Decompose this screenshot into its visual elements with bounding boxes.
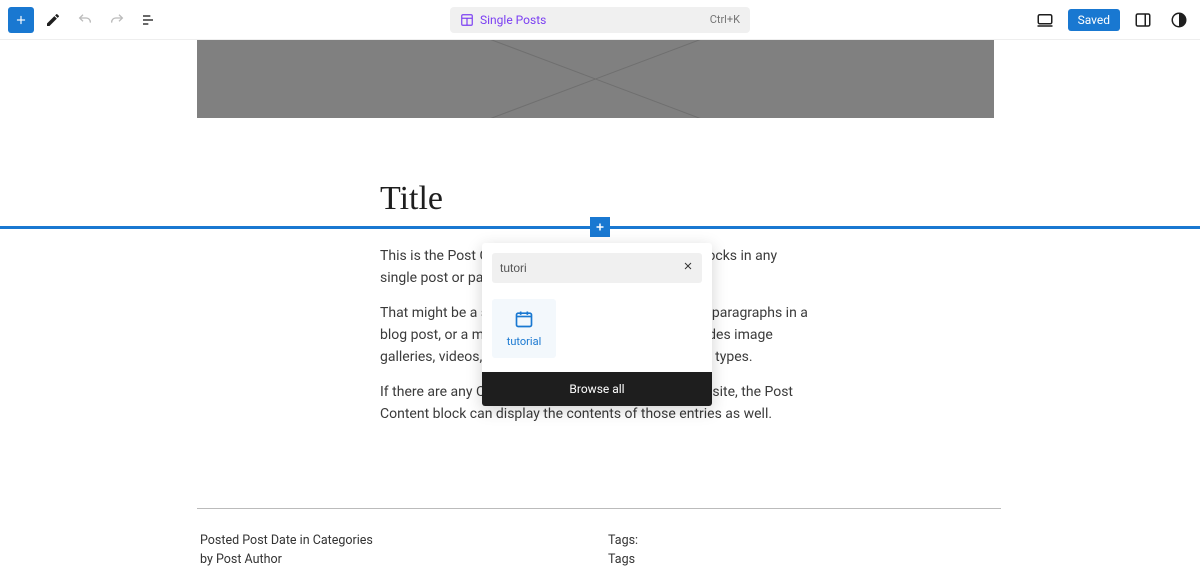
redo-button[interactable] — [104, 7, 130, 33]
post-meta-right: Tags: Tags — [608, 532, 638, 570]
template-label-group: Single Posts — [460, 13, 546, 27]
document-outline-button[interactable] — [136, 7, 162, 33]
calendar-icon — [514, 309, 534, 329]
inserter-results: tutorial — [482, 293, 712, 372]
tags-label: Tags: — [608, 532, 638, 551]
inline-inserter-button[interactable] — [590, 217, 610, 237]
settings-panel-button[interactable] — [1130, 7, 1156, 33]
template-name: Single Posts — [480, 13, 546, 27]
block-inserter-popover: tutorial Browse all — [482, 243, 712, 406]
styles-button[interactable] — [1166, 7, 1192, 33]
tags-value: Tags — [608, 551, 638, 570]
edit-tool-icon[interactable] — [40, 7, 66, 33]
shortcut-hint: Ctrl+K — [710, 13, 740, 26]
block-insertion-line — [0, 226, 1200, 229]
top-toolbar: Single Posts Ctrl+K Saved — [0, 0, 1200, 40]
block-item-tutorial[interactable]: tutorial — [492, 299, 556, 358]
inserter-search-row — [492, 253, 702, 283]
editor-canvas: Title This is the Post Content block, it… — [0, 40, 1200, 584]
meta-line: by Post Author — [200, 551, 373, 570]
toolbar-left-group — [8, 7, 162, 33]
browse-all-button[interactable]: Browse all — [482, 372, 712, 406]
post-meta-left: Posted Post Date in Categories by Post A… — [200, 532, 373, 570]
undo-button[interactable] — [72, 7, 98, 33]
save-button[interactable]: Saved — [1068, 9, 1120, 31]
template-selector[interactable]: Single Posts Ctrl+K — [450, 7, 750, 33]
block-item-label: tutorial — [507, 335, 542, 348]
featured-image-placeholder[interactable] — [197, 40, 994, 118]
post-title[interactable]: Title — [380, 180, 443, 218]
layout-icon — [460, 13, 474, 27]
footer-divider — [197, 508, 1001, 509]
meta-line: Posted Post Date in Categories — [200, 532, 373, 551]
toolbar-right-group: Saved — [1032, 7, 1192, 33]
inserter-search-input[interactable] — [500, 261, 682, 275]
clear-search-button[interactable] — [682, 260, 694, 276]
add-block-button[interactable] — [8, 7, 34, 33]
view-button[interactable] — [1032, 7, 1058, 33]
